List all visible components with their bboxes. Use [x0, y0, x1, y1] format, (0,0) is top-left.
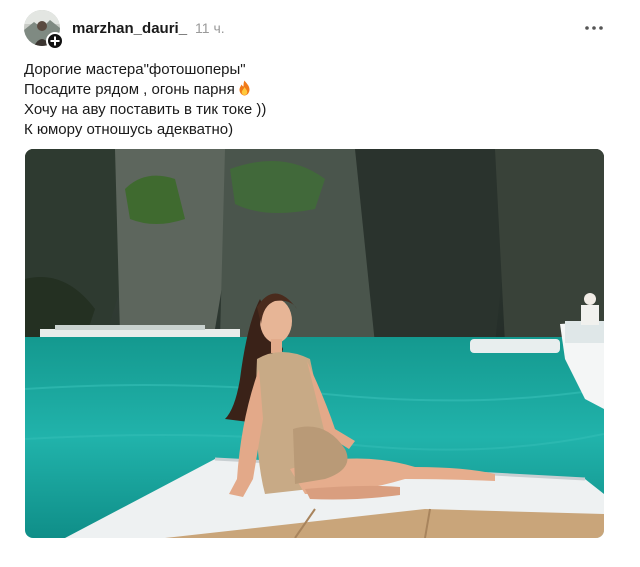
caption-line-2-text: Посадите рядом , огонь парня	[24, 81, 235, 98]
fire-emoji-icon	[239, 80, 250, 96]
follow-button[interactable]	[46, 32, 64, 50]
caption-line-4: К юмору отношусь адекватно)	[24, 121, 234, 138]
post-card: marzhan_dauri_ 11 ч. Дорогие мастера"фот…	[0, 0, 640, 567]
more-horizontal-icon	[585, 26, 603, 30]
username[interactable]: marzhan_dauri_	[72, 20, 187, 37]
post-header: marzhan_dauri_ 11 ч.	[24, 10, 616, 50]
caption-line-1: Дорогие мастера"фотошоперы"	[24, 61, 246, 78]
more-options-button[interactable]	[584, 18, 604, 38]
plus-icon	[50, 36, 60, 46]
post-time: 11 ч.	[195, 20, 225, 36]
post-photo[interactable]	[25, 149, 604, 538]
caption-line-2: Посадите рядом , огонь парня	[24, 80, 604, 100]
post-caption: Дорогие мастера"фотошоперы" Посадите ряд…	[24, 60, 604, 140]
caption-line-3: Хочу на аву поставить в тик токе ))	[24, 101, 267, 118]
post-photo-image	[25, 149, 604, 538]
avatar-container[interactable]	[24, 10, 64, 50]
